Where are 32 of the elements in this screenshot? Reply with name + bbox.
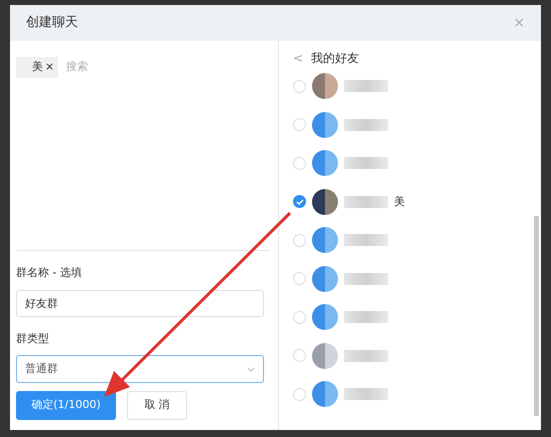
group-type-select[interactable]: 普通群 <box>16 355 264 383</box>
blurred-name <box>344 234 388 246</box>
blurred-name <box>344 196 388 208</box>
friend-name: 美 <box>394 194 405 210</box>
avatar <box>312 227 338 254</box>
avatar <box>312 266 338 292</box>
blurred-name <box>344 272 388 285</box>
remove-icon[interactable]: × <box>45 59 54 76</box>
field-label: 群类型 <box>16 330 50 346</box>
avatar <box>312 73 338 100</box>
group-name-field[interactable]: 好友群 <box>16 290 264 316</box>
cancel-button[interactable]: 取 消 <box>127 391 187 420</box>
scrollbar[interactable] <box>534 216 539 416</box>
list-title: 我的好友 <box>311 50 360 67</box>
blurred-name <box>344 350 388 362</box>
check-icon <box>296 198 304 205</box>
blurred-name <box>344 388 388 400</box>
avatar <box>312 381 338 408</box>
friend-checkbox[interactable] <box>293 195 306 208</box>
blurred-name <box>344 118 388 131</box>
blurred-name <box>344 80 388 92</box>
field-label: 群名称 - 选填 <box>16 265 83 281</box>
blurred-name <box>344 311 388 324</box>
avatar <box>312 188 338 215</box>
dialog-title: 创建聊天 <box>26 14 78 32</box>
avatar <box>312 342 338 369</box>
avatar <box>312 150 338 176</box>
avatar <box>312 304 338 330</box>
avatar <box>312 112 338 138</box>
selected-chip[interactable]: 美 × <box>16 57 58 78</box>
blurred-name <box>344 157 388 170</box>
chevron-down-icon <box>247 366 255 372</box>
